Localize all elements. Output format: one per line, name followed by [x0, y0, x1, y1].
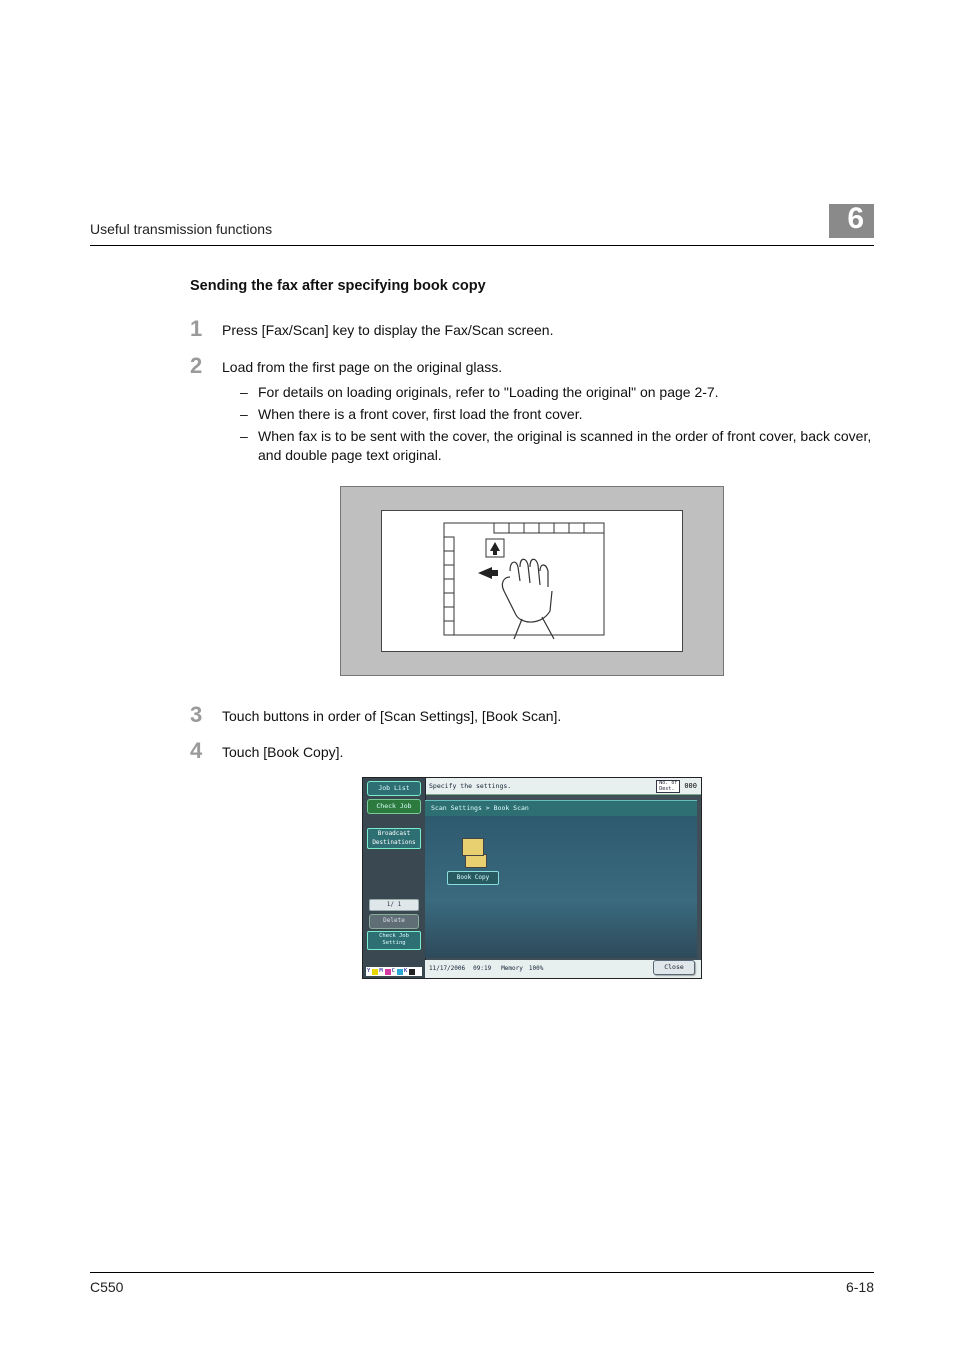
- header-rule: [90, 245, 874, 246]
- step-number: 3: [190, 704, 222, 726]
- step-2-sub-2: When there is a front cover, first load …: [258, 405, 874, 425]
- toner-levels: Y M C K: [366, 967, 422, 976]
- toner-y: Y: [366, 968, 371, 976]
- job-list-button[interactable]: Job List: [367, 781, 421, 796]
- delete-button[interactable]: Delete: [369, 914, 419, 928]
- list-item: – When fax is to be sent with the cover,…: [240, 427, 874, 466]
- status-time: 09:19: [473, 965, 491, 973]
- list-item: – For details on loading originals, refe…: [240, 383, 874, 403]
- page-header: Useful transmission functions 6: [90, 210, 874, 244]
- step-2-text: Load from the first page on the original…: [222, 358, 874, 378]
- step-1-text: Press [Fax/Scan] key to display the Fax/…: [222, 318, 874, 341]
- instruction-bar: Specify the settings. No. of Dest. 000: [425, 778, 701, 795]
- check-job-button[interactable]: Check Job: [367, 799, 421, 814]
- document-page: Useful transmission functions 6 Sending …: [0, 0, 954, 1350]
- memory-value: 100%: [529, 965, 543, 973]
- close-button[interactable]: Close: [653, 960, 695, 975]
- step-3-text: Touch buttons in order of [Scan Settings…: [222, 704, 874, 727]
- main-panel: Book Copy: [425, 816, 697, 958]
- book-copy-button[interactable]: Book Copy: [447, 871, 499, 885]
- step-1: 1 Press [Fax/Scan] key to display the Fa…: [190, 318, 874, 341]
- step-3: 3 Touch buttons in order of [Scan Settin…: [190, 704, 874, 727]
- instruction-text: Specify the settings.: [429, 782, 511, 791]
- step-4: 4 Touch [Book Copy].: [190, 740, 874, 763]
- book-copy-icon: [465, 854, 487, 868]
- dash-bullet: –: [240, 427, 258, 466]
- status-date: 11/17/2006: [429, 965, 465, 973]
- status-bar: 11/17/2006 09:19 Memory 100% Close: [425, 960, 701, 978]
- step-4-text: Touch [Book Copy].: [222, 740, 874, 763]
- step-number: 1: [190, 318, 222, 340]
- dash-bullet: –: [240, 383, 258, 403]
- page-footer: C550 6-18: [90, 1272, 874, 1295]
- illustration-inner: [381, 510, 683, 652]
- memory-label: Memory: [501, 965, 523, 973]
- broadcast-destinations-label[interactable]: Broadcast Destinations: [367, 828, 421, 849]
- book-copy-icon: [462, 838, 484, 856]
- toner-m: M: [378, 968, 383, 976]
- toner-k: K: [403, 968, 408, 976]
- dash-bullet: –: [240, 405, 258, 425]
- step-2: 2 Load from the first page on the origin…: [190, 355, 874, 468]
- toner-c: C: [391, 968, 396, 976]
- step-2-body: Load from the first page on the original…: [222, 355, 874, 468]
- check-job-setting-button[interactable]: Check Job Setting: [367, 931, 421, 950]
- book-copy-option: Book Copy: [447, 838, 499, 885]
- content-column: Sending the fax after specifying book co…: [190, 276, 874, 979]
- step-2-sub-3: When fax is to be sent with the cover, t…: [258, 427, 874, 466]
- dest-count-label: No. of Dest.: [656, 780, 680, 793]
- step-2-sublist: – For details on loading originals, refe…: [222, 383, 874, 465]
- page-number: 6-18: [846, 1279, 874, 1295]
- list-item: – When there is a front cover, first loa…: [240, 405, 874, 425]
- chapter-number-badge: 6: [829, 204, 874, 238]
- device-screenshot: Specify the settings. No. of Dest. 000 J…: [362, 777, 702, 979]
- sidebar: Job List Check Job Broadcast Destination…: [363, 778, 426, 978]
- section-title: Sending the fax after specifying book co…: [190, 276, 874, 296]
- running-head: Useful transmission functions: [90, 221, 272, 241]
- pager-indicator: 1/ 1: [369, 899, 419, 911]
- breadcrumb: Scan Settings > Book Scan: [425, 800, 697, 817]
- dest-count-value: 000: [684, 782, 697, 792]
- step-number: 2: [190, 355, 222, 377]
- glass-load-illustration: [340, 486, 724, 676]
- step-2-sub-1: For details on loading originals, refer …: [258, 383, 874, 403]
- step-number: 4: [190, 740, 222, 762]
- model-label: C550: [90, 1279, 123, 1295]
